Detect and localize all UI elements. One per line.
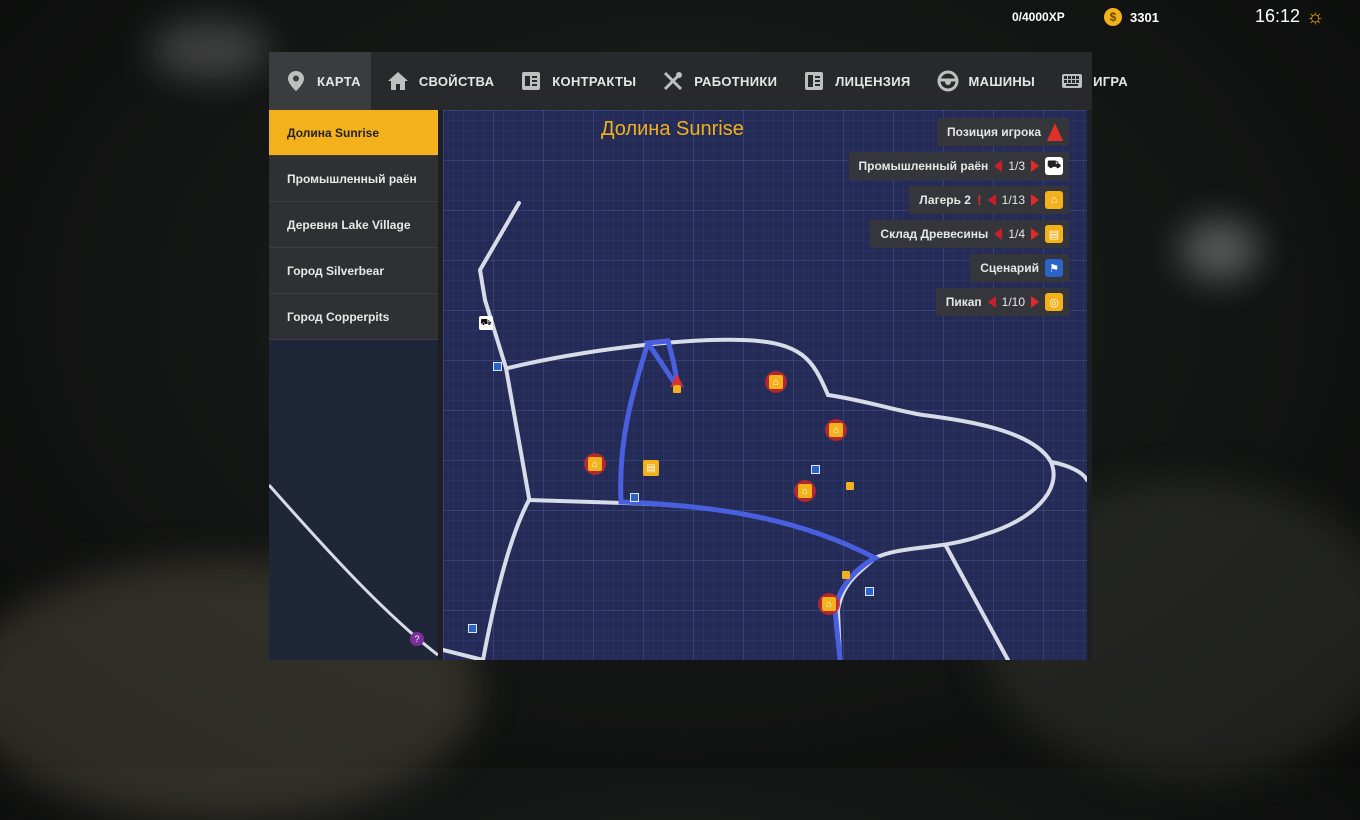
tab-contracts-label: КОНТРАКТЫ (552, 73, 637, 89)
legend-pickup: Пикап 1/10 ◎ (935, 288, 1069, 316)
license-icon (803, 70, 825, 92)
legend-camp-count: 1/13 (1001, 193, 1025, 207)
region-item-copperpits[interactable]: Город Copperpits (269, 294, 438, 340)
prev-arrow-icon[interactable] (987, 296, 996, 308)
tab-workers[interactable]: РАБОТНИКИ (646, 52, 787, 110)
player-position-icon (670, 374, 684, 388)
xp-counter: 0/4000XP (1012, 10, 1065, 24)
tab-license-label: ЛИЦЕНЗИЯ (835, 73, 911, 89)
scenario-flag-icon[interactable] (811, 465, 820, 474)
steering-wheel-icon (937, 70, 959, 92)
warehouse-icon: ▤ (1045, 225, 1063, 243)
tab-workers-label: РАБОТНИКИ (694, 73, 778, 89)
map-title: Долина Sunrise (601, 118, 744, 140)
home-icon (387, 70, 409, 92)
tab-map-label: КАРТА (317, 73, 361, 89)
map-pin-icon (285, 70, 307, 92)
coin-icon: $ (1104, 8, 1122, 26)
top-tabs: КАРТА СВОЙСТВА КОНТРАКТЫ РАБОТНИКИ ЛИЦЕН… (269, 52, 1128, 110)
road (1049, 460, 1087, 482)
road (944, 544, 1010, 660)
legend-warehouse: Склад Древесины 1/4 ▤ (870, 220, 1069, 248)
legend-player: Позиция игрока (937, 118, 1069, 146)
question-icon[interactable]: ? (410, 632, 424, 646)
clock-time: 16:12 (1255, 6, 1301, 26)
tab-contracts[interactable]: КОНТРАКТЫ (504, 52, 646, 110)
pickup-icon[interactable] (842, 571, 850, 579)
camp-home-icon[interactable]: ⌂ (765, 371, 787, 393)
tab-vehicles[interactable]: МАШИНЫ (921, 52, 1046, 110)
clock: 16:12 ☼ (1255, 6, 1324, 27)
scenario-flag-icon[interactable] (630, 493, 639, 502)
camp-home-icon[interactable]: ⌂ (584, 453, 606, 475)
tab-game-label: ИГРА (1093, 73, 1128, 89)
region-list: Долина Sunrise Промышленный раён Деревня… (269, 110, 438, 660)
money-display: $ 3301 (1104, 8, 1159, 26)
legend-scenario-label: Сценарий (980, 261, 1039, 275)
next-arrow-icon[interactable] (1031, 296, 1039, 308)
legend-scenario: Сценарий ⚑ (970, 254, 1069, 282)
region-item-industrial[interactable]: Промышленный раён (269, 156, 438, 202)
legend-industrial-count: 1/3 (1008, 159, 1025, 173)
steering-wheel-icon: ◎ (1045, 293, 1063, 311)
background-light (150, 20, 270, 80)
region-item-silverbear[interactable]: Город Silverbear (269, 248, 438, 294)
tab-map[interactable]: КАРТА (269, 52, 371, 110)
warehouse-icon[interactable]: ▤ (643, 460, 659, 476)
camp-home-icon[interactable]: ⌂ (794, 480, 816, 502)
player-arrow-icon (1047, 123, 1063, 141)
region-item-sunrise[interactable]: Долина Sunrise (269, 110, 438, 156)
legend-warehouse-count: 1/4 (1008, 227, 1025, 241)
scenario-flag-icon[interactable] (865, 587, 874, 596)
game-menu-panel: КАРТА СВОЙСТВА КОНТРАКТЫ РАБОТНИКИ ЛИЦЕН… (269, 52, 1128, 660)
industrial-station-icon: ⛟ (1045, 157, 1063, 175)
keyboard-icon (1061, 70, 1083, 92)
legend-camp-label: Лагерь 2 (919, 193, 971, 207)
tab-license[interactable]: ЛИЦЕНЗИЯ (787, 52, 920, 110)
region-item-lake-village[interactable]: Деревня Lake Village (269, 202, 438, 248)
scenario-flag-icon: ⚑ (1045, 259, 1063, 277)
money-value: 3301 (1130, 9, 1159, 25)
road (477, 201, 531, 500)
prev-arrow-icon[interactable] (994, 228, 1003, 240)
legend-warehouse-label: Склад Древесины (880, 227, 989, 241)
scenario-flag-icon[interactable] (468, 624, 477, 633)
legend-industrial: Промышленный раён 1/3 ⛟ (848, 152, 1069, 180)
document-icon (520, 70, 542, 92)
background-light (1180, 220, 1260, 280)
industrial-station-icon[interactable]: ⛟ (479, 316, 493, 330)
alert-icon: ! (976, 192, 982, 208)
gps-route (618, 340, 881, 660)
prev-arrow-icon[interactable] (987, 194, 996, 206)
legend-player-label: Позиция игрока (947, 125, 1041, 139)
tab-game[interactable]: ИГРА (1045, 52, 1138, 110)
region-map[interactable]: Долина Sunrise ⛟ ⌂ ⌂ ⌂ ⌂ ⌂ ▤ Позиция игр… (443, 110, 1087, 660)
legend-camp: Лагерь 2 ! 1/13 ⌂ (909, 186, 1069, 214)
road (481, 498, 531, 660)
tools-icon (662, 70, 684, 92)
tab-properties[interactable]: СВОЙСТВА (371, 52, 504, 110)
legend-pickup-label: Пикап (945, 295, 982, 309)
prev-arrow-icon[interactable] (994, 160, 1003, 172)
map-legend: Позиция игрока Промышленный раён 1/3 ⛟ Л… (848, 118, 1069, 316)
next-arrow-icon[interactable] (1031, 194, 1039, 206)
tab-properties-label: СВОЙСТВА (418, 73, 495, 89)
tab-vehicles-label: МАШИНЫ (968, 73, 1036, 89)
road (443, 648, 485, 660)
sun-icon: ☼ (1306, 5, 1325, 28)
legend-pickup-count: 1/10 (1001, 295, 1025, 309)
camp-home-icon[interactable]: ⌂ (818, 593, 840, 615)
next-arrow-icon[interactable] (1031, 228, 1039, 240)
pickup-icon[interactable] (846, 482, 854, 490)
camp-home-icon[interactable]: ⌂ (825, 419, 847, 441)
legend-industrial-label: Промышленный раён (858, 159, 989, 173)
home-icon: ⌂ (1045, 191, 1063, 209)
next-arrow-icon[interactable] (1031, 160, 1039, 172)
scenario-flag-icon[interactable] (493, 362, 502, 371)
